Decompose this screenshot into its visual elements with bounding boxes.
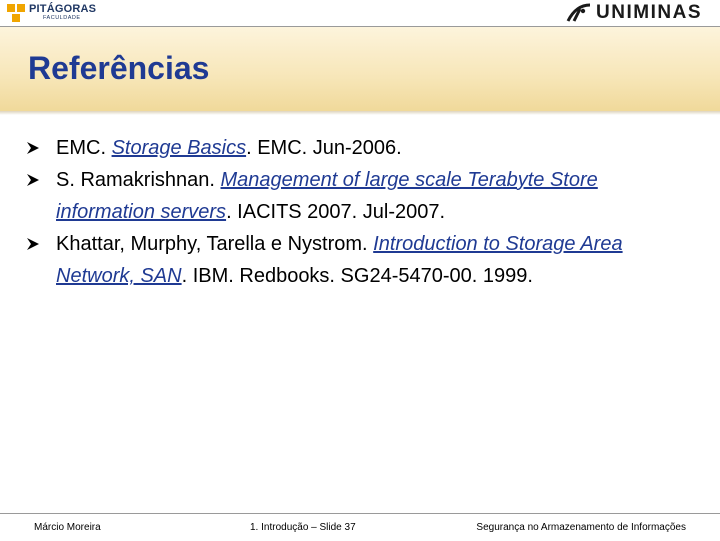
footer-course-title: Segurança no Armazenamento de Informaçõe… bbox=[476, 522, 686, 533]
pitagoras-emblem-icon bbox=[7, 4, 25, 22]
reference-item: EMC. Storage Basics. EMC. Jun-2006. bbox=[26, 132, 696, 164]
reference-details: . IACITS 2007. Jul-2007. bbox=[226, 201, 446, 223]
reference-authors: S. Ramakrishnan. bbox=[56, 169, 221, 191]
pitagoras-logo-name: PITÁGORAS bbox=[29, 3, 97, 16]
footer-slide-number: 1. Introdução – Slide 37 bbox=[250, 522, 356, 533]
title-band-shadow bbox=[0, 111, 720, 115]
footer: Márcio Moreira 1. Introdução – Slide 37 … bbox=[0, 513, 720, 541]
uniminas-emblem-icon bbox=[566, 3, 591, 22]
reference-list: EMC. Storage Basics. EMC. Jun-2006. S. R… bbox=[26, 132, 696, 292]
footer-author: Márcio Moreira bbox=[34, 522, 101, 533]
arrow-bullet-icon bbox=[26, 164, 48, 187]
reference-details: . IBM. Redbooks. SG24-5470-00. 1999. bbox=[181, 265, 533, 287]
pitagoras-logo-subtitle: FACULDADE bbox=[43, 15, 81, 22]
reference-item: Khattar, Murphy, Tarella e Nystrom. Intr… bbox=[26, 228, 696, 292]
reference-title-link[interactable]: Storage Basics bbox=[112, 137, 247, 159]
pitagoras-logo: PITÁGORAS FACULDADE bbox=[6, 2, 96, 24]
reference-item: S. Ramakrishnan. Management of large sca… bbox=[26, 164, 696, 228]
reference-details: . EMC. Jun-2006. bbox=[246, 137, 402, 159]
arrow-bullet-icon bbox=[26, 228, 48, 251]
uniminas-logo-name: UNIMINAS bbox=[596, 2, 702, 23]
reference-authors: EMC. bbox=[56, 137, 112, 159]
slide-title: Referências bbox=[28, 50, 210, 86]
reference-authors: Khattar, Murphy, Tarella e Nystrom. bbox=[56, 233, 374, 255]
uniminas-logo: UNIMINAS bbox=[566, 2, 702, 24]
arrow-bullet-icon bbox=[26, 132, 48, 155]
header-bar: PITÁGORAS FACULDADE UNIMINAS bbox=[0, 0, 720, 27]
